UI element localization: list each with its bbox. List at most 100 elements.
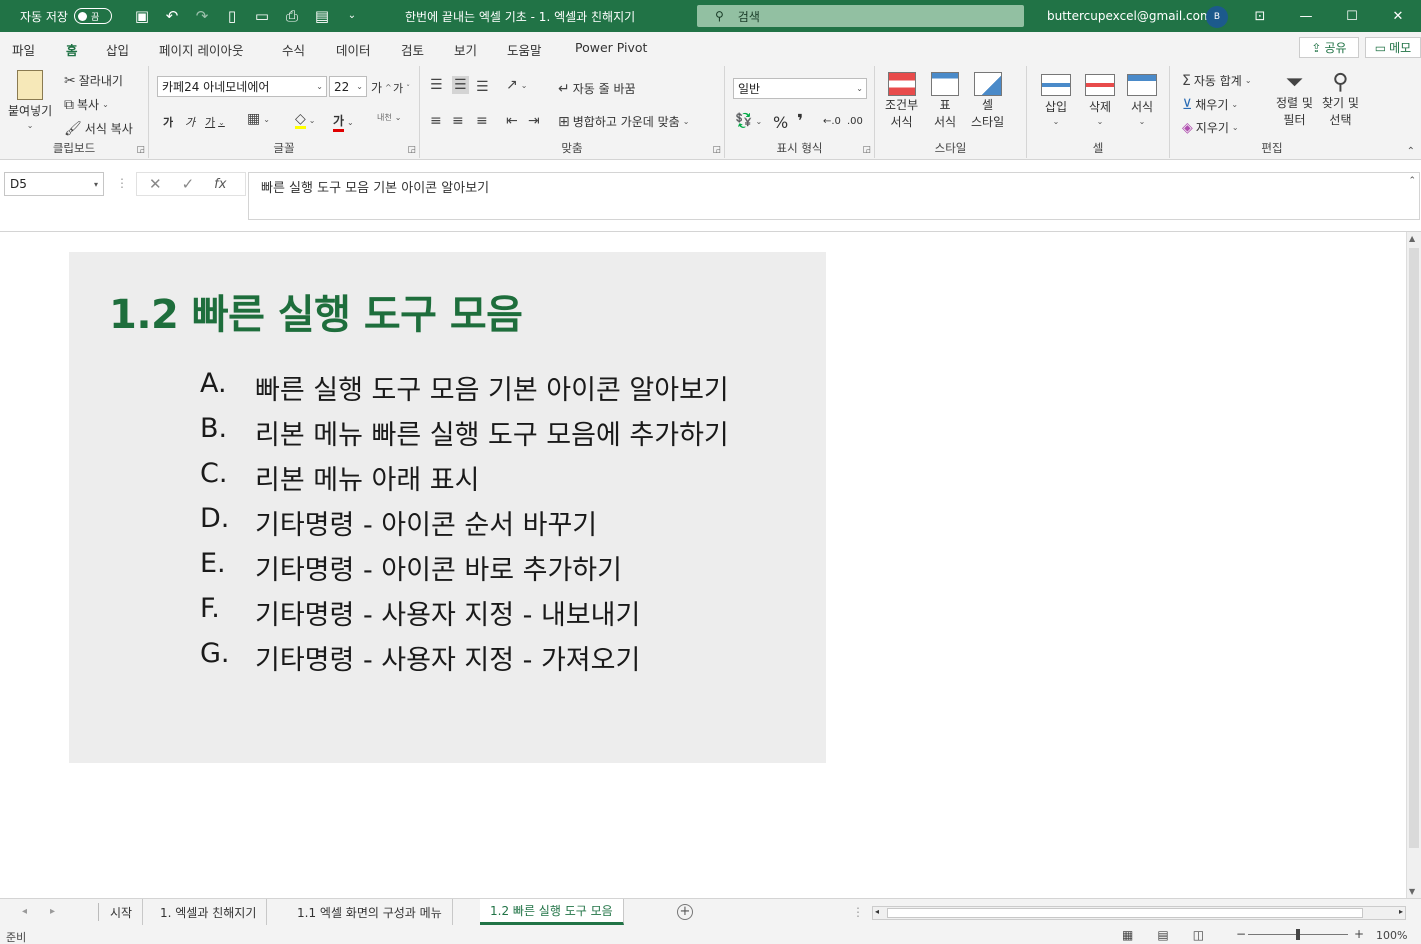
accounting-format-button[interactable]: 💱 ⌄ — [735, 114, 762, 128]
memo-button[interactable]: ▭ 메모 — [1365, 37, 1421, 58]
fill-color-button[interactable]: ◇ ⌄ — [295, 112, 315, 129]
dialog-launcher-icon[interactable]: ◲ — [712, 145, 721, 155]
insert-cells-button[interactable]: 삽입 ⌄ — [1041, 74, 1071, 126]
autosave-toggle[interactable]: 끔 — [73, 8, 112, 24]
format-cells-button[interactable]: 서식 ⌄ — [1127, 74, 1157, 126]
sheet-tab-1-1[interactable]: 1.1 엑셀 화면의 구성과 메뉴 — [287, 899, 453, 925]
merge-center-button[interactable]: ⊞ 병합하고 가운데 맞춤 ⌄ — [558, 113, 689, 130]
list-item[interactable]: D. 기타명령 - 아이콘 순서 바꾸기 — [200, 503, 729, 548]
scroll-thumb[interactable] — [1409, 248, 1419, 848]
align-top-icon[interactable]: ☰ — [430, 78, 443, 92]
page-layout-view-icon[interactable]: ▤ — [1157, 928, 1168, 942]
enter-icon[interactable]: ✓ — [182, 175, 195, 193]
shrink-font-button[interactable]: 가ˇ — [393, 80, 410, 96]
autosum-button[interactable]: Σ 자동 합계 ⌄ — [1182, 72, 1252, 89]
sort-filter-button[interactable]: ⏷ 정렬 및 필터 — [1276, 72, 1313, 128]
undo-icon[interactable]: ↶ — [164, 8, 180, 24]
italic-button[interactable]: 가 — [185, 114, 195, 130]
format-painter-button[interactable]: 🖌 서식 복사 — [64, 120, 133, 137]
scroll-up-icon[interactable]: ▲ — [1409, 234, 1415, 243]
splitter-handle-icon[interactable]: ⋮ — [852, 905, 864, 919]
font-color-button[interactable]: 가 ⌄ — [333, 112, 354, 132]
list-item[interactable]: E. 기타명령 - 아이콘 바로 추가하기 — [200, 548, 729, 593]
avatar[interactable]: B — [1206, 6, 1228, 28]
list-item[interactable]: C. 리본 메뉴 아래 표시 — [200, 458, 729, 503]
tab-review[interactable]: 검토 — [401, 40, 424, 59]
cell-styles-button[interactable]: 셀 스타일 — [971, 72, 1004, 130]
dialog-launcher-icon[interactable]: ◲ — [136, 145, 145, 155]
delete-cells-button[interactable]: 삭제 ⌄ — [1085, 74, 1115, 126]
font-name-select[interactable]: 카페24 아네모네에어 ⌄ — [157, 76, 327, 97]
tab-view[interactable]: 보기 — [454, 40, 477, 59]
minimize-icon[interactable]: — — [1283, 0, 1329, 32]
collapse-ribbon-icon[interactable]: ⌃ — [1407, 146, 1415, 157]
insert-function-icon[interactable]: fx — [214, 177, 226, 192]
tab-insert[interactable]: 삽입 — [106, 40, 129, 59]
add-sheet-icon[interactable]: + — [677, 904, 693, 920]
bold-button[interactable]: 가 — [163, 114, 173, 130]
underline-button[interactable]: 가 ⌄ — [205, 114, 225, 130]
save-icon[interactable]: ▣ — [134, 8, 150, 24]
sheet-tab-1[interactable]: 1. 엑셀과 친해지기 — [150, 899, 268, 925]
percent-button[interactable]: % — [773, 113, 788, 132]
tab-home[interactable]: 홈 — [64, 40, 79, 66]
maximize-icon[interactable]: ☐ — [1329, 0, 1375, 32]
tab-scroll-left-icon[interactable]: ◂ — [22, 906, 27, 917]
print-preview-icon[interactable]: ⎙ — [284, 8, 300, 24]
horizontal-scrollbar[interactable]: ◂ ▸ — [872, 906, 1406, 920]
format-as-table-button[interactable]: 표 서식 — [931, 72, 959, 130]
ribbon-display-icon[interactable]: ⊡ — [1237, 0, 1283, 32]
tab-formulas[interactable]: 수식 — [282, 40, 305, 59]
scroll-right-icon[interactable]: ▸ — [1399, 907, 1403, 916]
decrease-indent-icon[interactable]: ⇤ — [506, 114, 518, 128]
wrap-text-button[interactable]: ↵ 자동 줄 바꿈 — [558, 80, 636, 97]
increase-indent-icon[interactable]: ⇥ — [528, 114, 540, 128]
hscroll-thumb[interactable] — [887, 908, 1363, 918]
redo-icon[interactable]: ↷ — [194, 8, 210, 24]
align-bottom-icon[interactable]: ☰ — [476, 80, 489, 94]
dialog-launcher-icon[interactable]: ◲ — [407, 145, 416, 155]
normal-view-icon[interactable]: ▦ — [1122, 928, 1133, 942]
zoom-slider[interactable] — [1248, 929, 1348, 940]
font-size-select[interactable]: 22 ⌄ — [329, 76, 367, 97]
tab-help[interactable]: 도움말 — [507, 40, 542, 59]
drag-handle-icon[interactable]: ⋮ — [116, 176, 128, 190]
list-item[interactable]: G. 기타명령 - 사용자 지정 - 가져오기 — [200, 638, 729, 683]
list-item[interactable]: A. 빠른 실행 도구 모음 기본 아이콘 알아보기 — [200, 368, 729, 413]
zoom-level[interactable]: 100% — [1376, 929, 1407, 942]
grow-font-button[interactable]: 가 ^ — [371, 79, 392, 96]
number-format-select[interactable]: 일반 ⌄ — [733, 78, 867, 99]
tab-data[interactable]: 데이터 — [336, 40, 371, 59]
user-email[interactable]: buttercupexcel@gmail.com — [1047, 9, 1212, 23]
vertical-scrollbar[interactable]: ▲ ▼ — [1406, 232, 1421, 898]
increase-decimal-button[interactable]: ←.0 — [823, 116, 841, 127]
quick-print-icon[interactable]: ▤ — [314, 8, 330, 24]
list-item[interactable]: B. 리본 메뉴 빠른 실행 도구 모음에 추가하기 — [200, 413, 729, 458]
formula-input[interactable]: 빠른 실행 도구 모음 기본 아이콘 알아보기 — [248, 172, 1420, 220]
borders-button[interactable]: ▦ ⌄ — [247, 112, 270, 126]
clear-button[interactable]: ◈ 지우기 ⌄ — [1182, 119, 1239, 136]
tab-scroll-right-icon[interactable]: ▸ — [50, 906, 55, 917]
sheet-tab-1-2[interactable]: 1.2 빠른 실행 도구 모음 — [480, 899, 624, 925]
cancel-icon[interactable]: ✕ — [149, 175, 162, 193]
comma-button[interactable]: ❜ — [797, 111, 803, 132]
name-box[interactable]: D5 ▾ — [4, 172, 104, 196]
tab-page-layout[interactable]: 페이지 레이아웃 — [159, 40, 243, 59]
align-center-icon[interactable]: ≡ — [452, 114, 464, 128]
page-break-view-icon[interactable]: ◫ — [1193, 928, 1204, 942]
zoom-in-icon[interactable]: + — [1354, 927, 1364, 941]
dialog-launcher-icon[interactable]: ◲ — [862, 145, 871, 155]
close-icon[interactable]: ✕ — [1375, 0, 1421, 32]
fill-button[interactable]: ⊻ 채우기 ⌄ — [1182, 96, 1238, 113]
phonetic-button[interactable]: 내천 ⌄ — [377, 112, 401, 123]
find-select-button[interactable]: ⚲ 찾기 및 선택 — [1322, 72, 1359, 128]
worksheet[interactable]: 1.2 빠른 실행 도구 모음 A. 빠른 실행 도구 모음 기본 아이콘 알아보… — [0, 232, 1406, 898]
align-left-icon[interactable]: ≡ — [430, 114, 442, 128]
search-box[interactable]: ⚲ 검색 — [697, 5, 1024, 27]
paste-button[interactable]: 붙여넣기 ⌄ — [8, 70, 52, 130]
collapse-formula-icon[interactable]: ⌃ — [1408, 176, 1416, 186]
new-file-icon[interactable]: ▯ — [224, 8, 240, 24]
decrease-decimal-button[interactable]: .00 — [847, 116, 863, 127]
zoom-slider-knob[interactable] — [1296, 929, 1300, 940]
tab-file[interactable]: 파일 — [12, 40, 35, 59]
